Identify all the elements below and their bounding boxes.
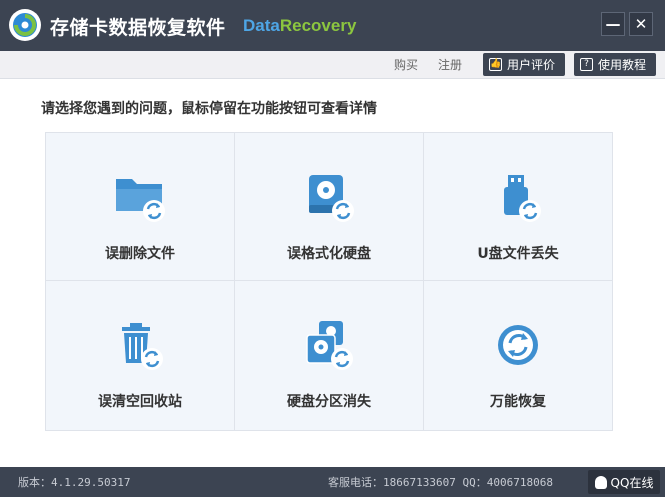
tutorial-label: 使用教程 (598, 58, 647, 72)
brand-part-data: Data (243, 16, 280, 35)
option-formatted-disk[interactable]: 误格式化硬盘 (235, 133, 424, 281)
close-icon: ✕ (634, 15, 648, 33)
usb-restore-icon (504, 175, 541, 222)
minimize-icon: — (605, 15, 621, 33)
user-review-label: 用户评价 (507, 58, 556, 72)
app-logo-icon (9, 9, 41, 41)
option-label: 误删除文件 (105, 246, 175, 262)
option-usb-lost-files[interactable]: U盘文件丢失 (424, 133, 612, 281)
universal-restore-icon (498, 325, 538, 365)
qq-online-label: QQ在线 (610, 475, 654, 490)
buy-link[interactable]: 购买 (394, 56, 418, 73)
brand-part-recovery: Recovery (279, 16, 357, 35)
status-bar: 版本：4.1.29.50317 客服电话：18667133607 QQ：4006… (0, 467, 665, 497)
thumbs-up-icon: 👍 (489, 58, 502, 71)
option-label: 误格式化硬盘 (287, 246, 371, 262)
partition-restore-icon (306, 321, 353, 370)
option-universal-recovery[interactable]: 万能恢复 (424, 281, 612, 430)
contact-text: 客服电话：18667133607 QQ：4006718068 (328, 476, 553, 489)
option-deleted-files[interactable]: 误删除文件 (46, 133, 235, 281)
user-review-button[interactable]: 👍 用户评价 (483, 53, 565, 76)
instruction-text: 请选择您遇到的问题，鼠标停留在功能按钮可查看详情 (41, 101, 377, 117)
recovery-options-grid: 误删除文件 误格式化硬盘 U盘文件丢失 误清空回收站 硬盘分区消失 万能恢复 (45, 132, 613, 431)
brand-name: DataRecovery (243, 16, 356, 36)
help-icon: ? (580, 58, 593, 71)
tutorial-button[interactable]: ? 使用教程 (574, 53, 656, 76)
qq-icon (594, 475, 607, 489)
folder-restore-icon (116, 179, 165, 222)
register-link[interactable]: 注册 (438, 56, 462, 73)
option-partition-lost[interactable]: 硬盘分区消失 (235, 281, 424, 430)
option-label: 硬盘分区消失 (287, 394, 371, 410)
option-label: 万能恢复 (490, 394, 546, 410)
title-bar: 存储卡数据恢复软件 DataRecovery — ✕ (0, 0, 665, 51)
harddisk-restore-icon (309, 175, 354, 222)
app-title: 存储卡数据恢复软件 (50, 17, 226, 39)
close-button[interactable]: ✕ (629, 12, 653, 36)
option-emptied-recycle-bin[interactable]: 误清空回收站 (46, 281, 235, 430)
minimize-button[interactable]: — (601, 12, 625, 36)
version-text: 版本：4.1.29.50317 (18, 476, 131, 489)
top-nav: 购买 注册 👍 用户评价 ? 使用教程 (0, 51, 665, 79)
option-label: 误清空回收站 (98, 394, 182, 410)
option-label: U盘文件丢失 (477, 246, 559, 262)
recycle-bin-restore-icon (122, 323, 163, 370)
qq-online-button[interactable]: QQ在线 (588, 470, 660, 494)
